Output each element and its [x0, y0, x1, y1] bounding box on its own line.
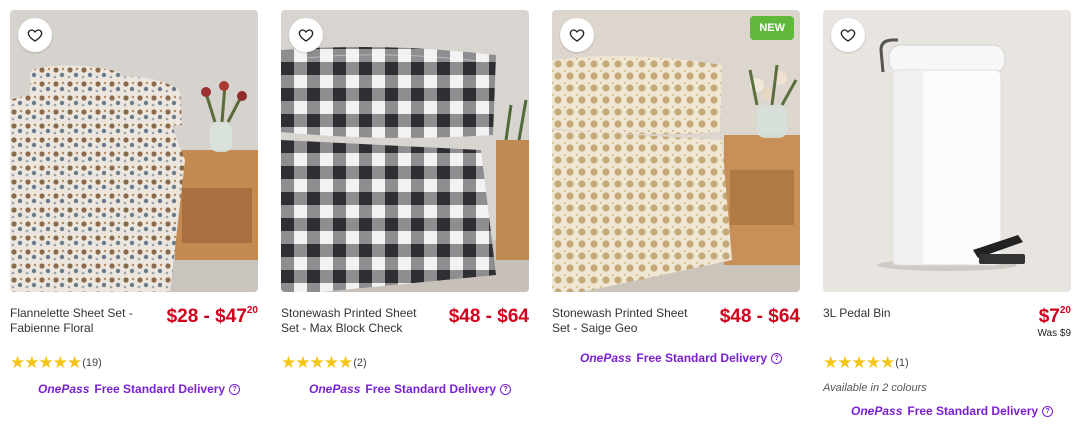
product-image[interactable] — [281, 10, 529, 292]
price-cents: 20 — [246, 305, 258, 316]
product-info: Stonewash Printed Sheet Set - Max Block … — [281, 306, 529, 354]
rating-count: (1) — [895, 357, 909, 369]
product-card-max-block-check[interactable]: Stonewash Printed Sheet Set - Max Block … — [281, 10, 529, 396]
onepass-delivery: OnePass Free Standard Delivery ? — [309, 382, 529, 396]
onepass-logo: OnePass — [38, 382, 90, 396]
availability-text: Available in 2 colours — [823, 382, 927, 394]
product-card-saige-geo[interactable]: NEW Stonewash Printed Sheet Set - Saige … — [552, 10, 800, 365]
wishlist-button[interactable] — [560, 18, 594, 52]
product-grid: Flannelette Sheet Set - Fabienne Floral … — [0, 0, 1080, 440]
product-price: $48 - $64 — [449, 306, 529, 328]
price-main: $48 - $64 — [448, 306, 529, 327]
info-circle-icon[interactable]: ? — [229, 383, 241, 395]
rating-count: (2) — [353, 357, 367, 369]
product-title[interactable]: Stonewash Printed Sheet Set - Saige Geo — [552, 306, 692, 336]
product-info: Stonewash Printed Sheet Set - Saige Geo … — [552, 306, 800, 354]
onepass-delivery: OnePass Free Standard Delivery ? — [38, 382, 258, 396]
onepass-delivery: OnePass Free Standard Delivery ? — [851, 404, 1071, 418]
wishlist-button[interactable] — [289, 18, 323, 52]
product-image[interactable] — [10, 10, 258, 292]
info-circle-icon[interactable]: ? — [500, 383, 512, 395]
product-title[interactable]: 3L Pedal Bin — [823, 306, 963, 321]
product-card-pedal-bin[interactable]: 3L Pedal Bin $720 Was $9 ★★★★★ (1) Avail… — [823, 10, 1071, 418]
star-rating-icon: ★★★★★ — [10, 353, 82, 372]
rating[interactable]: ★★★★★ (2) — [281, 354, 529, 372]
product-title[interactable]: Stonewash Printed Sheet Set - Max Block … — [281, 306, 421, 336]
product-price: $28 - $4720 — [166, 305, 258, 328]
rating-count: (19) — [82, 357, 102, 369]
onepass-logo: OnePass — [851, 404, 903, 418]
rating[interactable]: ★★★★★ (1) — [823, 354, 1071, 372]
product-price: $48 - $64 — [720, 306, 800, 328]
product-image[interactable]: NEW — [552, 10, 800, 292]
rating[interactable]: ★★★★★ (19) — [10, 354, 258, 372]
product-image[interactable] — [823, 10, 1071, 292]
star-rating-icon: ★★★★★ — [823, 353, 895, 372]
price-main: $7 — [1038, 306, 1060, 327]
delivery-text: Free Standard Delivery — [94, 382, 226, 396]
info-circle-icon[interactable]: ? — [1042, 405, 1054, 417]
price-main: $28 - $47 — [166, 306, 247, 327]
delivery-text: Free Standard Delivery — [907, 404, 1039, 418]
heart-outline-icon — [569, 29, 585, 42]
price-cents: 20 — [1059, 305, 1071, 316]
delivery-text: Free Standard Delivery — [365, 382, 497, 396]
product-title[interactable]: Flannelette Sheet Set - Fabienne Floral — [10, 306, 150, 336]
price-main: $48 - $64 — [719, 306, 800, 327]
wishlist-button[interactable] — [18, 18, 52, 52]
product-info: 3L Pedal Bin $720 Was $9 — [823, 305, 1071, 354]
product-info: Flannelette Sheet Set - Fabienne Floral … — [10, 305, 258, 354]
onepass-logo: OnePass — [309, 382, 361, 396]
info-circle-icon[interactable]: ? — [771, 352, 783, 364]
heart-outline-icon — [298, 29, 314, 42]
was-price: Was $9 — [1037, 328, 1071, 339]
heart-outline-icon — [27, 29, 43, 42]
star-rating-icon: ★★★★★ — [281, 353, 353, 372]
new-badge: NEW — [750, 16, 794, 40]
product-price: $720 — [1038, 305, 1071, 328]
heart-outline-icon — [840, 29, 856, 42]
wishlist-button[interactable] — [831, 18, 865, 52]
product-card-flannelette[interactable]: Flannelette Sheet Set - Fabienne Floral … — [10, 10, 258, 396]
